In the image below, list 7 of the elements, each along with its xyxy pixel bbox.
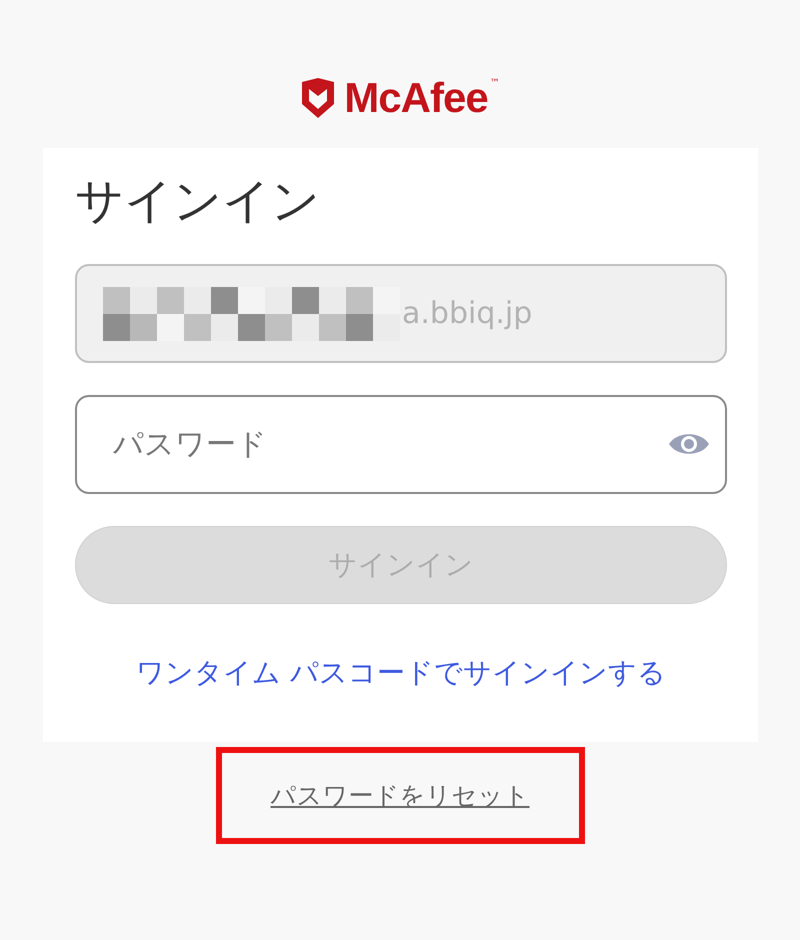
- shield-logo-icon: [300, 78, 336, 118]
- logo-wordmark: McAfee: [344, 77, 488, 119]
- trademark-sign: ™: [490, 78, 500, 89]
- sign-in-title: サインイン: [75, 172, 321, 231]
- reset-password-link[interactable]: パスワードをリセット: [270, 779, 530, 812]
- password-field[interactable]: パスワード: [75, 395, 727, 494]
- one-time-passcode-link[interactable]: ワンタイム パスコードでサインインする: [136, 654, 666, 692]
